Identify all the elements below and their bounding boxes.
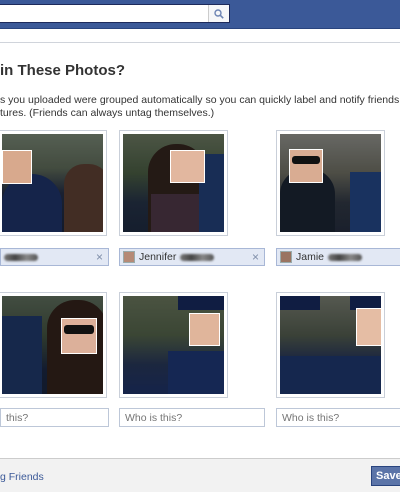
tag-name: Jamie — [296, 251, 325, 263]
dialog-footer: g Friends Save — [0, 458, 400, 492]
save-button[interactable]: Save — [371, 466, 400, 486]
face-box[interactable] — [170, 150, 205, 183]
search-box[interactable] — [0, 4, 230, 23]
dialog-top-border — [0, 42, 400, 43]
skip-tagging-link[interactable]: g Friends — [0, 471, 44, 483]
avatar — [123, 251, 135, 263]
photo-2[interactable] — [119, 130, 228, 236]
face-box[interactable] — [356, 308, 381, 346]
redacted-name — [328, 253, 363, 261]
remove-tag-icon[interactable]: × — [96, 250, 103, 264]
description-line-1: s you uploaded were grouped automaticall… — [0, 94, 400, 106]
photo-5[interactable] — [119, 292, 228, 398]
top-navigation-bar — [0, 0, 400, 29]
search-button[interactable] — [208, 5, 229, 22]
who-is-this-input[interactable] — [119, 408, 265, 427]
photo-6[interactable] — [276, 292, 385, 398]
who-is-this-input[interactable] — [0, 408, 109, 427]
magnifier-icon — [214, 8, 224, 19]
tag-3[interactable]: Jamie — [276, 248, 400, 266]
dialog-title: in These Photos? — [0, 62, 126, 79]
face-box[interactable] — [289, 149, 323, 183]
redacted-name — [180, 253, 215, 261]
tag-1[interactable]: × — [0, 248, 109, 266]
face-box[interactable] — [61, 318, 97, 354]
avatar — [280, 251, 292, 263]
who-is-this-input[interactable] — [276, 408, 400, 427]
tag-2[interactable]: Jennifer × — [119, 248, 265, 266]
redacted-name — [4, 253, 38, 261]
tag-name: Jennifer — [139, 251, 177, 263]
remove-tag-icon[interactable]: × — [252, 250, 259, 264]
search-input[interactable] — [0, 5, 213, 22]
face-box[interactable] — [2, 150, 32, 184]
face-box[interactable] — [189, 313, 220, 346]
dialog-description: s you uploaded were grouped automaticall… — [0, 94, 400, 120]
description-line-2: tures. (Friends can always untag themsel… — [0, 107, 215, 119]
photo-1[interactable] — [0, 130, 107, 236]
photo-3[interactable] — [276, 130, 385, 236]
photo-4[interactable] — [0, 292, 107, 398]
